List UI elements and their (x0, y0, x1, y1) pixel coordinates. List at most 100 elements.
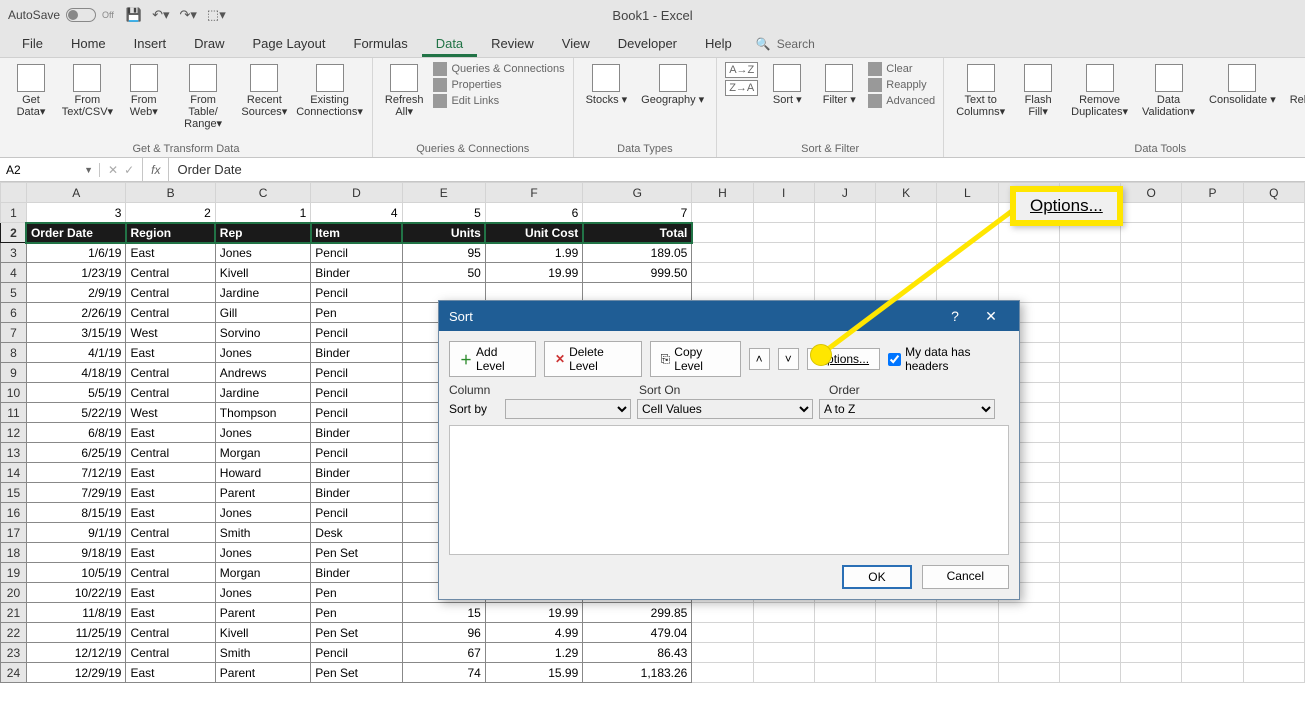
cell[interactable]: Howard (215, 463, 311, 483)
cell[interactable] (692, 243, 753, 263)
add-level-button[interactable]: ＋Add Level (449, 341, 536, 377)
cell[interactable] (1059, 403, 1120, 423)
cell[interactable]: Jones (215, 243, 311, 263)
cell[interactable] (1243, 563, 1304, 583)
cell[interactable]: 8/15/19 (26, 503, 126, 523)
col-header-F[interactable]: F (485, 183, 582, 203)
cell[interactable]: 999.50 (583, 263, 692, 283)
autosave-toggle[interactable]: AutoSave Off (8, 8, 114, 22)
name-box[interactable]: A2 ▼ (0, 163, 100, 177)
cell[interactable]: Jones (215, 343, 311, 363)
move-up-button[interactable]: ˄ (749, 348, 770, 370)
cell[interactable] (1243, 583, 1304, 603)
sort-za-button[interactable]: Z→A (725, 80, 758, 96)
delete-level-button[interactable]: ✕Delete Level (544, 341, 642, 377)
cell[interactable] (814, 263, 875, 283)
get-data-button[interactable]: GetData▾ (8, 62, 54, 120)
cell[interactable]: 4 (311, 203, 402, 223)
cell[interactable] (876, 603, 937, 623)
cell[interactable]: 479.04 (583, 623, 692, 643)
cell[interactable]: 1/23/19 (26, 263, 126, 283)
cell[interactable]: East (126, 463, 215, 483)
tab-review[interactable]: Review (477, 30, 548, 57)
cell[interactable] (1243, 523, 1304, 543)
col-header-L[interactable]: L (937, 183, 998, 203)
cell[interactable]: West (126, 323, 215, 343)
cell[interactable]: 4/1/19 (26, 343, 126, 363)
cell[interactable] (1243, 243, 1304, 263)
cell[interactable] (1182, 223, 1243, 243)
cell[interactable] (1059, 343, 1120, 363)
cell[interactable]: Andrews (215, 363, 311, 383)
cell[interactable]: 2/26/19 (26, 303, 126, 323)
cell[interactable]: 299.85 (583, 603, 692, 623)
cell[interactable] (876, 203, 937, 223)
cell[interactable] (753, 223, 814, 243)
cell[interactable] (1182, 383, 1243, 403)
cell[interactable] (876, 223, 937, 243)
data-validation-button[interactable]: DataValidation▾ (1138, 62, 1199, 120)
cell[interactable]: 15.99 (485, 663, 582, 683)
cell[interactable] (1182, 363, 1243, 383)
cell[interactable]: Central (126, 263, 215, 283)
row-header-3[interactable]: 3 (1, 243, 27, 263)
cell[interactable]: 12/29/19 (26, 663, 126, 683)
cell[interactable]: 7/12/19 (26, 463, 126, 483)
cell[interactable]: Central (126, 623, 215, 643)
cancel-icon[interactable]: ✕ (108, 163, 118, 177)
cell[interactable] (1182, 663, 1243, 683)
row-header-13[interactable]: 13 (1, 443, 27, 463)
cell[interactable] (998, 623, 1059, 643)
row-header-14[interactable]: 14 (1, 463, 27, 483)
cell[interactable]: Jones (215, 583, 311, 603)
cell[interactable] (1121, 523, 1182, 543)
tab-view[interactable]: View (548, 30, 604, 57)
cell[interactable]: 19.99 (485, 263, 582, 283)
headers-checkbox[interactable]: My data has headers (888, 345, 1009, 373)
cell[interactable] (876, 643, 937, 663)
callout-options[interactable]: Options... (1010, 186, 1123, 226)
cell[interactable] (1121, 423, 1182, 443)
cell[interactable] (1059, 463, 1120, 483)
cell[interactable]: Pen (311, 603, 402, 623)
cell[interactable] (1243, 323, 1304, 343)
row-header-18[interactable]: 18 (1, 543, 27, 563)
tab-formulas[interactable]: Formulas (340, 30, 422, 57)
cell[interactable]: Parent (215, 663, 311, 683)
cell[interactable] (1059, 643, 1120, 663)
headers-checkbox-input[interactable] (888, 353, 901, 366)
remove-duplicates-button[interactable]: RemoveDuplicates▾ (1067, 62, 1132, 120)
cell[interactable] (692, 223, 753, 243)
cell[interactable]: 6 (485, 203, 582, 223)
row-header-16[interactable]: 16 (1, 503, 27, 523)
cell[interactable]: Kivell (215, 623, 311, 643)
cell[interactable]: 11/8/19 (26, 603, 126, 623)
cell[interactable]: Binder (311, 263, 402, 283)
cell[interactable]: 12/12/19 (26, 643, 126, 663)
cell[interactable] (1121, 563, 1182, 583)
touch-mode-icon[interactable]: ⬚▾ (207, 7, 226, 23)
row-header-7[interactable]: 7 (1, 323, 27, 343)
col-header-A[interactable]: A (26, 183, 126, 203)
copy-level-button[interactable]: ⎘Copy Level (650, 341, 741, 377)
cell[interactable]: Binder (311, 463, 402, 483)
cell[interactable] (1243, 223, 1304, 243)
cell[interactable]: Pen Set (311, 623, 402, 643)
cell[interactable]: 19.99 (485, 603, 582, 623)
cell[interactable]: 189.05 (583, 243, 692, 263)
cell[interactable]: 4.99 (485, 623, 582, 643)
cell[interactable] (1059, 503, 1120, 523)
cell[interactable]: Pencil (311, 443, 402, 463)
tab-help[interactable]: Help (691, 30, 746, 57)
cell[interactable]: Thompson (215, 403, 311, 423)
cell[interactable]: Central (126, 383, 215, 403)
cell[interactable] (1182, 503, 1243, 523)
sorton-select[interactable]: Cell Values (637, 399, 813, 419)
cell[interactable]: Kivell (215, 263, 311, 283)
cell[interactable] (814, 603, 875, 623)
cell[interactable]: 15 (402, 603, 485, 623)
cell[interactable] (753, 203, 814, 223)
cell[interactable]: Pencil (311, 323, 402, 343)
cell[interactable]: Pen Set (311, 543, 402, 563)
cell[interactable] (1121, 263, 1182, 283)
